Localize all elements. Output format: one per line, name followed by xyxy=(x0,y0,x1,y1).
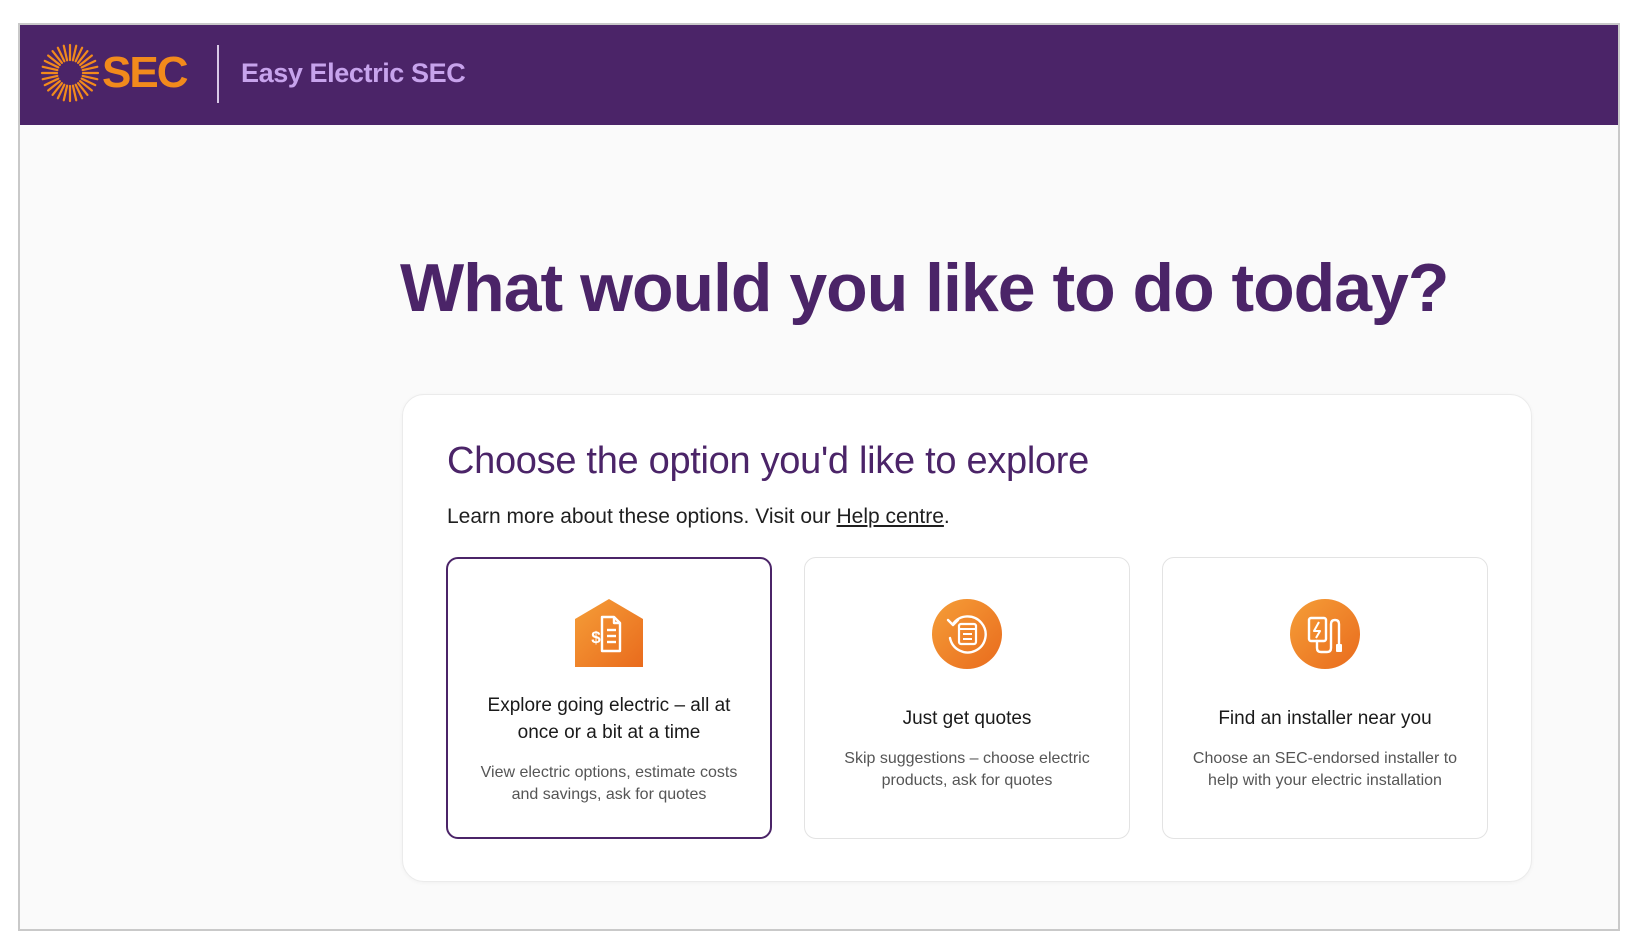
svg-text:$: $ xyxy=(591,628,601,647)
header-divider xyxy=(217,45,219,103)
option-card-just-quotes[interactable]: Just get quotes Skip suggestions – choos… xyxy=(804,557,1130,839)
house-bill-icon: $ xyxy=(575,599,643,667)
installer-plug-icon xyxy=(1290,599,1360,669)
sun-ray xyxy=(71,84,78,102)
intro-text: Learn more about these options. Visit ou… xyxy=(447,505,837,528)
options-panel: Choose the option you'd like to explore … xyxy=(402,394,1532,882)
option-title: Find an installer near you xyxy=(1218,708,1432,729)
quote-refresh-icon xyxy=(932,599,1002,669)
sun-burst-icon xyxy=(40,43,100,103)
sun-ray xyxy=(62,44,69,62)
panel-intro: Learn more about these options. Visit ou… xyxy=(447,505,950,529)
top-bar: SEC Easy Electric SEC xyxy=(20,25,1618,125)
sun-ray xyxy=(41,74,59,81)
help-centre-link[interactable]: Help centre xyxy=(837,505,944,528)
option-title: Just get quotes xyxy=(902,708,1032,729)
app-name: Easy Electric SEC xyxy=(241,58,466,88)
sec-logo[interactable]: SEC xyxy=(40,43,188,103)
sun-ray xyxy=(81,74,99,81)
logo-wordmark: SEC xyxy=(102,48,188,97)
option-title: Explore going electric – all at once or … xyxy=(487,695,731,743)
panel-title: Choose the option you'd like to explore xyxy=(447,440,1089,482)
option-card-explore-electric[interactable]: $ Explore going electric – all at once o… xyxy=(446,557,772,839)
browser-frame: SEC Easy Electric SEC What would you lik… xyxy=(18,23,1620,931)
sun-ray xyxy=(81,65,99,72)
sun-ray xyxy=(71,44,78,62)
page-title: What would you like to do today? xyxy=(400,250,1449,326)
sun-ray xyxy=(41,65,59,72)
intro-period: . xyxy=(943,505,950,528)
option-description: Choose an SEC-endorsed installer to help… xyxy=(1192,750,1458,790)
sun-ray xyxy=(62,84,69,102)
option-card-find-installer[interactable]: Find an installer near you Choose an SEC… xyxy=(1162,557,1488,839)
option-description: View electric options, estimate costs an… xyxy=(480,764,738,804)
option-description: Skip suggestions – choose electric produ… xyxy=(844,750,1090,790)
